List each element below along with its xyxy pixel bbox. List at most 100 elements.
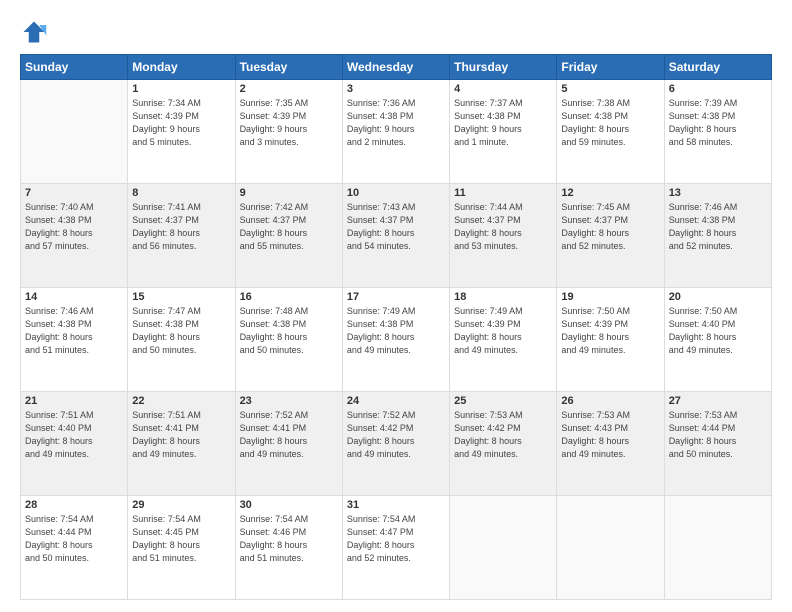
day-number: 20 (669, 291, 767, 303)
day-number: 17 (347, 291, 445, 303)
day-info: Sunrise: 7:54 AM Sunset: 4:46 PM Dayligh… (240, 513, 338, 565)
day-info: Sunrise: 7:46 AM Sunset: 4:38 PM Dayligh… (669, 201, 767, 253)
weekday-header-thursday: Thursday (450, 55, 557, 80)
day-info: Sunrise: 7:35 AM Sunset: 4:39 PM Dayligh… (240, 97, 338, 149)
calendar-cell: 8Sunrise: 7:41 AM Sunset: 4:37 PM Daylig… (128, 184, 235, 288)
calendar-cell: 13 Sunrise: 7:46 AM Sunset: 4:38 PM Dayli… (664, 184, 771, 288)
calendar-week-row: 1 Sunrise: 7:34 AM Sunset: 4:39 PM Daylig… (21, 80, 772, 184)
calendar-cell (664, 496, 771, 600)
calendar-cell: 7Sunrise: 7:40 AM Sunset: 4:38 PM Daylig… (21, 184, 128, 288)
calendar-week-row: 7Sunrise: 7:40 AM Sunset: 4:38 PM Daylig… (21, 184, 772, 288)
day-number: 2 (240, 83, 338, 95)
day-info: Sunrise: 7:38 AM Sunset: 4:38 PM Dayligh… (561, 97, 659, 149)
day-info: Sunrise: 7:53 AM Sunset: 4:43 PM Dayligh… (561, 409, 659, 461)
day-info: Sunrise: 7:54 AM Sunset: 4:45 PM Dayligh… (132, 513, 230, 565)
calendar-week-row: 21Sunrise: 7:51 AM Sunset: 4:40 PM Dayli… (21, 392, 772, 496)
calendar-cell: 6Sunrise: 7:39 AM Sunset: 4:38 PM Daylig… (664, 80, 771, 184)
weekday-header-monday: Monday (128, 55, 235, 80)
day-info: Sunrise: 7:42 AM Sunset: 4:37 PM Dayligh… (240, 201, 338, 253)
day-number: 23 (240, 395, 338, 407)
weekday-header-saturday: Saturday (664, 55, 771, 80)
calendar-cell: 28Sunrise: 7:54 AM Sunset: 4:44 PM Dayli… (21, 496, 128, 600)
day-number: 26 (561, 395, 659, 407)
calendar-cell (450, 496, 557, 600)
weekday-row: SundayMondayTuesdayWednesdayThursdayFrid… (21, 55, 772, 80)
day-number: 18 (454, 291, 552, 303)
calendar-cell: 4 Sunrise: 7:37 AM Sunset: 4:38 PM Daylig… (450, 80, 557, 184)
logo-icon (20, 18, 48, 46)
day-number: 10 (347, 187, 445, 199)
day-number: 4 (454, 83, 552, 95)
day-number: 9 (240, 187, 338, 199)
day-info: Sunrise: 7:34 AM Sunset: 4:39 PM Dayligh… (132, 97, 230, 149)
day-info: Sunrise: 7:41 AM Sunset: 4:37 PM Dayligh… (132, 201, 230, 253)
day-info: Sunrise: 7:47 AM Sunset: 4:38 PM Dayligh… (132, 305, 230, 357)
day-info: Sunrise: 7:48 AM Sunset: 4:38 PM Dayligh… (240, 305, 338, 357)
calendar-cell: 10 Sunrise: 7:43 AM Sunset: 4:37 PM Dayli… (342, 184, 449, 288)
day-number: 22 (132, 395, 230, 407)
day-number: 29 (132, 499, 230, 511)
day-number: 19 (561, 291, 659, 303)
calendar-cell: 26 Sunrise: 7:53 AM Sunset: 4:43 PM Dayli… (557, 392, 664, 496)
calendar-cell: 9 Sunrise: 7:42 AM Sunset: 4:37 PM Daylig… (235, 184, 342, 288)
calendar-cell: 14Sunrise: 7:46 AM Sunset: 4:38 PM Dayli… (21, 288, 128, 392)
day-number: 31 (347, 499, 445, 511)
calendar-cell: 2 Sunrise: 7:35 AM Sunset: 4:39 PM Daylig… (235, 80, 342, 184)
calendar-week-row: 28Sunrise: 7:54 AM Sunset: 4:44 PM Dayli… (21, 496, 772, 600)
day-number: 14 (25, 291, 123, 303)
day-info: Sunrise: 7:50 AM Sunset: 4:40 PM Dayligh… (669, 305, 767, 357)
day-info: Sunrise: 7:36 AM Sunset: 4:38 PM Dayligh… (347, 97, 445, 149)
day-number: 1 (132, 83, 230, 95)
day-info: Sunrise: 7:53 AM Sunset: 4:42 PM Dayligh… (454, 409, 552, 461)
day-info: Sunrise: 7:49 AM Sunset: 4:39 PM Dayligh… (454, 305, 552, 357)
day-number: 12 (561, 187, 659, 199)
day-info: Sunrise: 7:52 AM Sunset: 4:42 PM Dayligh… (347, 409, 445, 461)
calendar-cell: 5Sunrise: 7:38 AM Sunset: 4:38 PM Daylig… (557, 80, 664, 184)
calendar-cell: 11Sunrise: 7:44 AM Sunset: 4:37 PM Dayli… (450, 184, 557, 288)
weekday-header-wednesday: Wednesday (342, 55, 449, 80)
day-info: Sunrise: 7:49 AM Sunset: 4:38 PM Dayligh… (347, 305, 445, 357)
day-number: 25 (454, 395, 552, 407)
calendar-cell: 27 Sunrise: 7:53 AM Sunset: 4:44 PM Dayli… (664, 392, 771, 496)
weekday-header-tuesday: Tuesday (235, 55, 342, 80)
calendar-cell: 31 Sunrise: 7:54 AM Sunset: 4:47 PM Dayli… (342, 496, 449, 600)
day-number: 3 (347, 83, 445, 95)
day-info: Sunrise: 7:53 AM Sunset: 4:44 PM Dayligh… (669, 409, 767, 461)
calendar-cell: 1 Sunrise: 7:34 AM Sunset: 4:39 PM Daylig… (128, 80, 235, 184)
calendar-table: SundayMondayTuesdayWednesdayThursdayFrid… (20, 54, 772, 600)
day-number: 27 (669, 395, 767, 407)
day-number: 30 (240, 499, 338, 511)
calendar-cell: 18 Sunrise: 7:49 AM Sunset: 4:39 PM Dayli… (450, 288, 557, 392)
day-info: Sunrise: 7:51 AM Sunset: 4:41 PM Dayligh… (132, 409, 230, 461)
day-info: Sunrise: 7:51 AM Sunset: 4:40 PM Dayligh… (25, 409, 123, 461)
day-number: 6 (669, 83, 767, 95)
day-number: 11 (454, 187, 552, 199)
calendar-cell: 30 Sunrise: 7:54 AM Sunset: 4:46 PM Dayli… (235, 496, 342, 600)
day-info: Sunrise: 7:54 AM Sunset: 4:47 PM Dayligh… (347, 513, 445, 565)
calendar-cell: 20 Sunrise: 7:50 AM Sunset: 4:40 PM Dayli… (664, 288, 771, 392)
day-info: Sunrise: 7:52 AM Sunset: 4:41 PM Dayligh… (240, 409, 338, 461)
day-number: 15 (132, 291, 230, 303)
calendar-cell: 29 Sunrise: 7:54 AM Sunset: 4:45 PM Dayli… (128, 496, 235, 600)
calendar-cell: 19Sunrise: 7:50 AM Sunset: 4:39 PM Dayli… (557, 288, 664, 392)
calendar-cell: 22 Sunrise: 7:51 AM Sunset: 4:41 PM Dayli… (128, 392, 235, 496)
calendar-body: 1 Sunrise: 7:34 AM Sunset: 4:39 PM Daylig… (21, 80, 772, 600)
day-info: Sunrise: 7:37 AM Sunset: 4:38 PM Dayligh… (454, 97, 552, 149)
header (20, 18, 772, 46)
calendar-cell (21, 80, 128, 184)
day-number: 13 (669, 187, 767, 199)
calendar-header: SundayMondayTuesdayWednesdayThursdayFrid… (21, 55, 772, 80)
day-info: Sunrise: 7:43 AM Sunset: 4:37 PM Dayligh… (347, 201, 445, 253)
day-number: 7 (25, 187, 123, 199)
day-number: 28 (25, 499, 123, 511)
calendar-cell: 15 Sunrise: 7:47 AM Sunset: 4:38 PM Dayli… (128, 288, 235, 392)
day-number: 16 (240, 291, 338, 303)
calendar-cell: 12 Sunrise: 7:45 AM Sunset: 4:37 PM Dayli… (557, 184, 664, 288)
weekday-header-friday: Friday (557, 55, 664, 80)
calendar-cell: 17 Sunrise: 7:49 AM Sunset: 4:38 PM Dayli… (342, 288, 449, 392)
weekday-header-sunday: Sunday (21, 55, 128, 80)
day-info: Sunrise: 7:45 AM Sunset: 4:37 PM Dayligh… (561, 201, 659, 253)
calendar-week-row: 14Sunrise: 7:46 AM Sunset: 4:38 PM Dayli… (21, 288, 772, 392)
calendar-cell: 21Sunrise: 7:51 AM Sunset: 4:40 PM Dayli… (21, 392, 128, 496)
calendar-cell: 25 Sunrise: 7:53 AM Sunset: 4:42 PM Dayli… (450, 392, 557, 496)
